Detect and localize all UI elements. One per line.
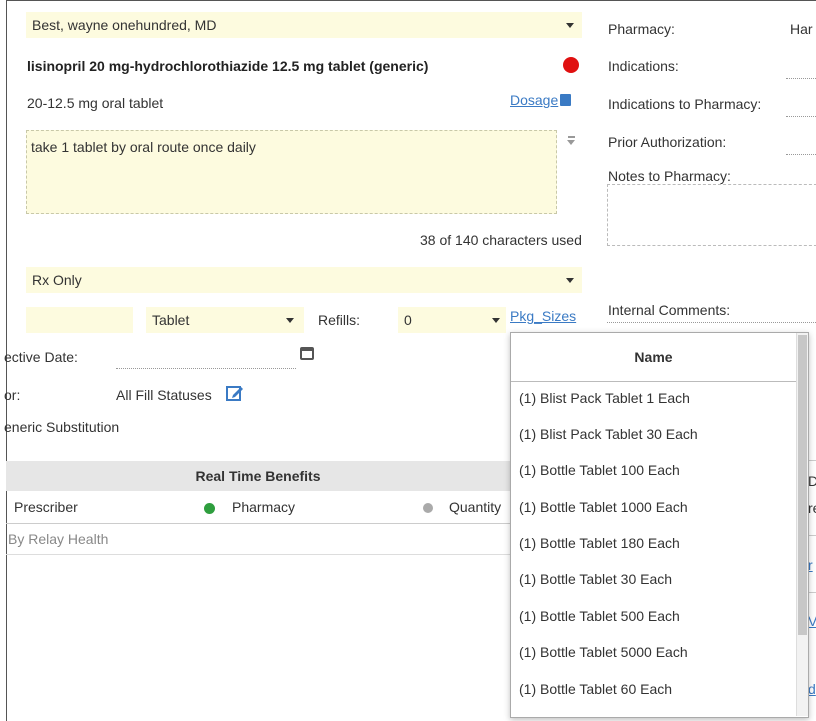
cut-text-1: De: [808, 473, 816, 489]
popup-list-item[interactable]: (1) Blist Pack Tablet 1 Each: [519, 390, 690, 406]
calendar-icon[interactable]: [300, 347, 314, 360]
dosage-link[interactable]: Dosage: [510, 92, 572, 108]
rtb-columns: Prescriber Pharmacy Quantity: [6, 491, 510, 524]
sig-char-count: 38 of 140 characters used: [420, 232, 582, 248]
indications-input[interactable]: [786, 58, 816, 79]
rtb-col-prescriber: Prescriber: [14, 499, 78, 515]
popup-list-item[interactable]: (1) Blist Pack Tablet 30 Each: [519, 426, 698, 442]
pkg-sizes-popup: Name (1) Blist Pack Tablet 1 Each (1) Bl…: [510, 332, 809, 718]
popup-list-item[interactable]: (1) Bottle Tablet 180 Each: [519, 535, 680, 551]
popup-header: Name: [511, 333, 796, 382]
unit-select-value: Tablet: [152, 312, 190, 328]
right-divider: [808, 535, 816, 536]
fill-status-label: or:: [4, 387, 21, 403]
sig-text: take 1 tablet by oral route once daily: [31, 139, 256, 155]
chevron-down-icon: [492, 318, 500, 323]
indications-to-pharmacy-input[interactable]: [786, 96, 816, 117]
cut-link-2[interactable]: V: [808, 613, 816, 629]
prescriber-select[interactable]: Best, wayne onehundred, MD: [26, 12, 582, 38]
edit-icon[interactable]: [226, 384, 244, 402]
fill-status-value: All Fill Statuses: [116, 387, 212, 403]
alert-icon[interactable]: [563, 57, 579, 73]
popup-scrollbar-thumb[interactable]: [798, 335, 807, 635]
drug-name: lisinopril 20 mg-hydrochlorothiazide 12.…: [27, 58, 429, 74]
cut-link-3[interactable]: d: [808, 681, 816, 697]
popup-header-label: Name: [634, 349, 673, 365]
popup-list-item[interactable]: (1) Bottle Tablet 60 Each: [519, 681, 672, 697]
chevron-down-icon: [286, 318, 294, 323]
rtb-col-quantity: Quantity: [449, 499, 502, 515]
internal-comments-input[interactable]: [607, 302, 816, 323]
generic-substitution-label: eneric Substitution: [4, 419, 120, 435]
pharmacy-value: Har: [790, 21, 813, 37]
indications-to-pharmacy-label: Indications to Pharmacy:: [608, 96, 762, 112]
prior-authorization-label: Prior Authorization:: [608, 134, 727, 150]
prescriber-select-value: Best, wayne onehundred, MD: [32, 17, 217, 33]
effective-date-input[interactable]: [116, 348, 296, 369]
indications-label: Indications:: [608, 58, 679, 74]
cut-text-2: re: [808, 500, 816, 516]
pharmacy-label: Pharmacy:: [608, 21, 675, 37]
popup-list-item[interactable]: (1) Bottle Tablet 30 Each: [519, 571, 672, 587]
refills-label: Refills:: [318, 312, 361, 328]
dosage-link-label: Dosage: [510, 92, 559, 108]
schedule-select[interactable]: Rx Only: [26, 267, 582, 293]
sig-textarea[interactable]: take 1 tablet by oral route once daily: [26, 130, 557, 214]
right-divider: [808, 592, 816, 593]
schedule-select-value: Rx Only: [32, 272, 82, 288]
calculator-icon: [560, 94, 572, 106]
rtb-footer-divider: [6, 554, 510, 555]
popup-list-item[interactable]: (1) Bottle Tablet 5000 Each: [519, 644, 688, 660]
popup-list-item[interactable]: (1) Bottle Tablet 500 Each: [519, 608, 680, 624]
rtb-header: Real Time Benefits: [6, 461, 510, 491]
effective-date-label: ective Date:: [4, 349, 78, 365]
popup-list-item[interactable]: (1) Bottle Tablet 100 Each: [519, 462, 680, 478]
rtb-title: Real Time Benefits: [195, 468, 321, 484]
check-circle-icon: [204, 503, 215, 514]
quantity-input[interactable]: [26, 307, 133, 333]
drug-form: 20-12.5 mg oral tablet: [27, 95, 164, 111]
rtb-col-pharmacy: Pharmacy: [232, 499, 296, 515]
chevron-down-icon: [566, 278, 574, 283]
unit-select[interactable]: Tablet: [146, 307, 304, 333]
popup-list-item[interactable]: (1) Bottle Tablet 1000 Each: [519, 499, 688, 515]
sig-expand-icon[interactable]: [567, 136, 576, 146]
notes-to-pharmacy-textarea[interactable]: [607, 184, 816, 246]
rtb-footer: By Relay Health: [8, 531, 109, 547]
notes-to-pharmacy-label: Notes to Pharmacy:: [608, 168, 731, 184]
refills-select-value: 0: [404, 312, 412, 328]
prior-authorization-input[interactable]: [786, 134, 816, 155]
status-dot-icon: [423, 503, 433, 513]
pkg-sizes-link[interactable]: Pkg_Sizes: [510, 308, 576, 324]
chevron-down-icon: [566, 23, 574, 28]
right-divider: [808, 460, 816, 461]
popup-scrollbar[interactable]: [796, 333, 808, 716]
refills-select[interactable]: 0: [398, 307, 506, 333]
